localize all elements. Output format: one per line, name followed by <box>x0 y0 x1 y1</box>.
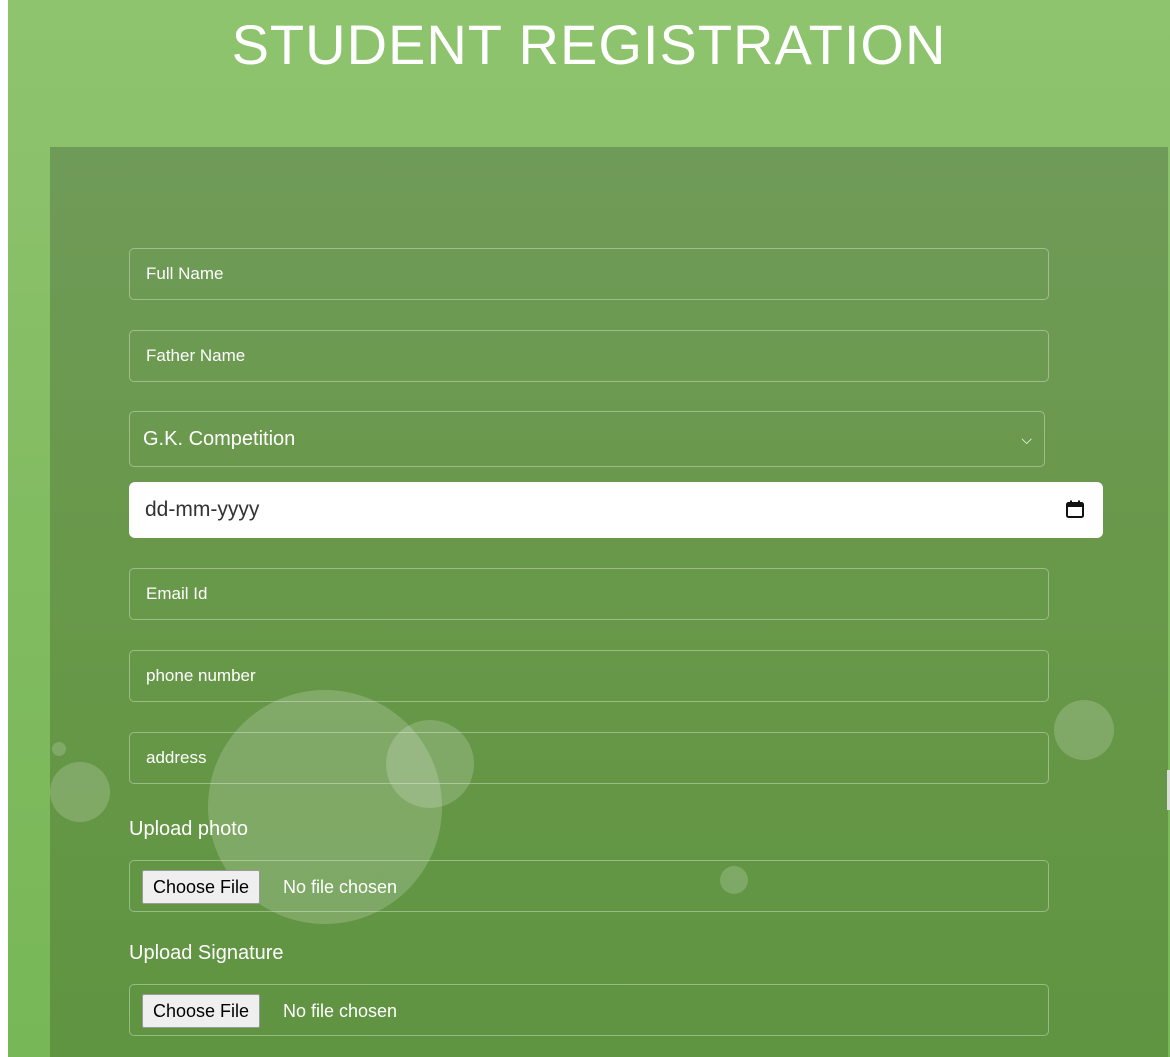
upload-signature-label: Upload Signature <box>129 942 284 964</box>
decorative-bubble <box>52 742 66 756</box>
photo-file-status: No file chosen <box>283 877 398 897</box>
date-of-birth-input[interactable]: dd-mm-yyyy <box>129 482 1103 538</box>
email-input[interactable]: Email Id <box>129 568 1049 620</box>
competition-select[interactable]: G.K. Competition ⌵ <box>129 411 1045 467</box>
father-name-input[interactable]: Father Name <box>129 330 1049 382</box>
photo-choose-file-button[interactable]: Choose File <box>142 870 261 904</box>
decorative-bubble <box>50 762 110 822</box>
calendar-icon[interactable] <box>1065 499 1085 519</box>
signature-file-status: No file chosen <box>283 1001 398 1021</box>
address-input[interactable]: address <box>129 732 1049 784</box>
page-background: STUDENT REGISTRATION Full Name Father Na… <box>8 0 1170 1057</box>
photo-file-input[interactable]: Choose File No file chosen <box>129 860 1049 912</box>
phone-input[interactable]: phone number <box>129 650 1049 702</box>
chevron-down-icon: ⌵ <box>1021 431 1032 447</box>
decorative-bubble <box>1054 700 1114 760</box>
upload-photo-label: Upload photo <box>129 818 248 840</box>
competition-selected-value: G.K. Competition <box>143 428 296 450</box>
full-name-input[interactable]: Full Name <box>129 248 1049 300</box>
signature-file-input[interactable]: Choose File No file chosen <box>129 984 1049 1036</box>
signature-choose-file-button[interactable]: Choose File <box>142 994 261 1028</box>
date-placeholder: dd-mm-yyyy <box>145 498 260 521</box>
page-title: STUDENT REGISTRATION <box>231 13 947 76</box>
